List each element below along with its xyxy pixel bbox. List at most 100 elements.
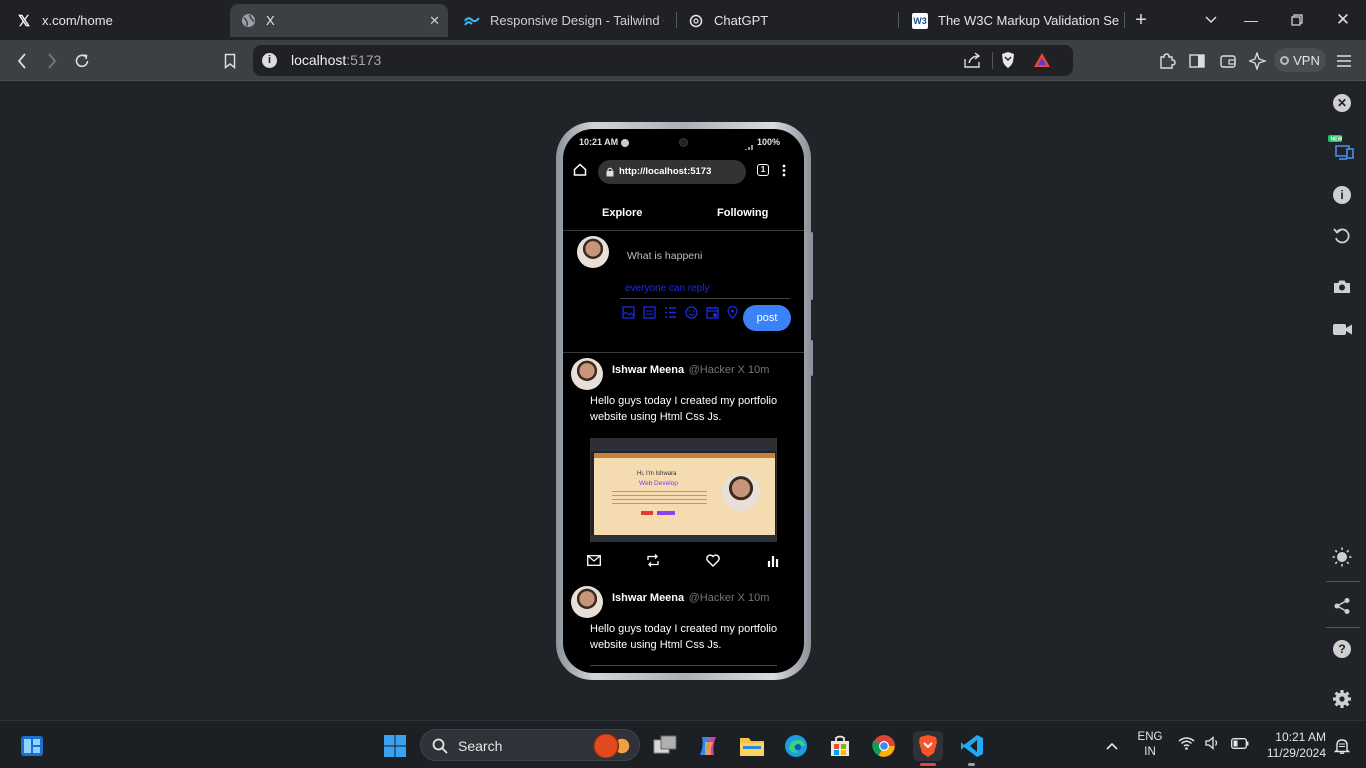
back-icon[interactable] <box>9 48 35 74</box>
post-button[interactable]: post <box>743 305 791 331</box>
settings-gear-icon[interactable] <box>1318 683 1366 715</box>
forward-icon[interactable] <box>39 48 65 74</box>
tweet-author[interactable]: Ishwar Meena <box>612 364 684 376</box>
sidebar-toggle-icon[interactable] <box>1184 48 1210 74</box>
reload-icon[interactable] <box>69 48 95 74</box>
bookmark-icon[interactable] <box>217 48 243 74</box>
tab-title: The W3C Markup Validation Serv <box>938 13 1120 28</box>
avatar[interactable] <box>571 586 603 618</box>
avatar[interactable] <box>577 236 609 268</box>
tweet-actions <box>587 554 779 570</box>
tweet-author[interactable]: Ishwar Meena <box>612 592 684 604</box>
mobile-url: http://localhost:5173 <box>619 166 712 177</box>
share-icon[interactable] <box>1318 590 1366 622</box>
rotate-icon[interactable] <box>1318 220 1366 252</box>
poll-icon[interactable] <box>664 306 677 319</box>
responsive-devices-icon[interactable]: NEW <box>1318 132 1366 164</box>
status-time: 10:21 AM <box>579 137 629 147</box>
nav-following[interactable]: Following <box>717 207 768 219</box>
x-logo-icon: 𝕏 <box>17 12 31 30</box>
vpn-status-icon <box>1280 55 1290 65</box>
brave-shields-icon[interactable] <box>1000 51 1016 74</box>
brave-icon[interactable] <box>913 731 943 761</box>
battery-icon <box>1231 737 1249 749</box>
extensions-icon[interactable] <box>1154 48 1180 74</box>
notifications-bell-icon[interactable] <box>1327 731 1357 761</box>
tab-x-home[interactable]: 𝕏 x.com/home <box>8 4 230 37</box>
tweet-meta: @Hacker X 10m <box>688 364 770 376</box>
file-explorer-icon[interactable] <box>737 731 767 761</box>
taskbar-search[interactable]: Search <box>420 729 640 761</box>
mail-icon[interactable] <box>587 555 601 566</box>
globe-icon <box>240 13 256 29</box>
preview-avatar <box>722 473 760 511</box>
preview-role: Web Develop <box>639 480 678 487</box>
wallet-icon[interactable] <box>1215 48 1241 74</box>
mobile-home-icon[interactable] <box>573 163 587 181</box>
site-info-icon[interactable]: i <box>262 53 277 68</box>
url-text[interactable]: localhost:5173 <box>291 52 381 68</box>
retweet-icon[interactable] <box>646 554 660 567</box>
share-icon[interactable] <box>964 52 982 73</box>
gif-icon[interactable] <box>643 306 656 319</box>
analytics-icon[interactable] <box>767 555 779 567</box>
tab-x-active[interactable]: X ✕ <box>230 4 448 37</box>
composer-input[interactable]: What is happeni <box>627 250 702 262</box>
close-window-button[interactable]: ✕ <box>1320 0 1366 40</box>
widgets-icon[interactable] <box>17 731 47 761</box>
restore-button[interactable] <box>1274 0 1320 40</box>
menu-icon[interactable] <box>1331 48 1357 74</box>
divider <box>563 352 804 353</box>
reply-setting[interactable]: everyone can reply <box>625 283 710 294</box>
edge-icon[interactable] <box>781 731 811 761</box>
volume-icon <box>1205 736 1218 750</box>
like-icon[interactable] <box>706 554 720 567</box>
tailwind-icon <box>464 13 480 29</box>
signal-icon <box>745 138 755 156</box>
mobile-address-bar[interactable]: http://localhost:5173 <box>598 160 746 184</box>
nav-explore[interactable]: Explore <box>602 207 642 219</box>
tweet-image[interactable]: Hi, I'm Ishwara Web Develop <box>590 438 777 542</box>
screenshot-icon[interactable] <box>1318 270 1366 302</box>
theme-toggle-icon[interactable] <box>1318 541 1366 573</box>
store-icon[interactable] <box>825 731 855 761</box>
tab-tailwind[interactable]: Responsive Design - Tailwind CSS <box>456 4 664 37</box>
lang-bottom: IN <box>1144 746 1156 758</box>
vscode-icon[interactable] <box>957 731 987 761</box>
tab-chatgpt[interactable]: ChatGPT <box>680 4 890 37</box>
avatar[interactable] <box>571 358 603 390</box>
input-language[interactable]: ENG IN <box>1135 730 1165 760</box>
url-port: :5173 <box>346 52 382 68</box>
start-icon[interactable] <box>380 731 410 761</box>
chrome-icon[interactable] <box>869 731 899 761</box>
brave-rewards-icon[interactable] <box>1033 52 1051 73</box>
hidden-icons-chevron-icon[interactable] <box>1097 731 1127 761</box>
device-power-button <box>810 340 813 376</box>
tab-w3c[interactable]: W3 The W3C Markup Validation Serv <box>904 4 1120 37</box>
vpn-button[interactable]: VPN <box>1274 48 1326 72</box>
new-tab-button[interactable]: + <box>1118 0 1164 40</box>
emoji-icon[interactable] <box>685 306 698 319</box>
location-icon[interactable] <box>727 306 738 319</box>
copilot-icon[interactable] <box>693 731 723 761</box>
info-icon[interactable]: i <box>1318 179 1366 211</box>
system-tray[interactable] <box>1178 736 1249 750</box>
more-options-icon[interactable] <box>782 164 786 182</box>
search-icon <box>432 738 448 754</box>
minimize-button[interactable]: — <box>1228 0 1274 40</box>
divider <box>1326 581 1360 582</box>
leo-ai-icon[interactable] <box>1245 48 1271 74</box>
record-video-icon[interactable] <box>1318 313 1366 345</box>
tweet-header: Ishwar Meena @Hacker X 10m <box>612 588 769 606</box>
task-view-icon[interactable] <box>650 731 680 761</box>
divider <box>992 52 993 69</box>
close-tab-icon[interactable]: ✕ <box>429 13 440 29</box>
taskbar: Search ENG IN 10:21 AM 11/29/2024 <box>0 720 1366 768</box>
help-icon[interactable]: ? <box>1318 633 1366 665</box>
tab-switcher-icon[interactable]: 1 <box>757 164 769 176</box>
schedule-icon[interactable] <box>706 306 719 319</box>
clock[interactable]: 10:21 AM 11/29/2024 <box>1252 729 1326 761</box>
lang-top: ENG <box>1137 731 1163 743</box>
close-icon[interactable]: ✕ <box>1318 87 1366 119</box>
image-icon[interactable] <box>622 306 635 319</box>
